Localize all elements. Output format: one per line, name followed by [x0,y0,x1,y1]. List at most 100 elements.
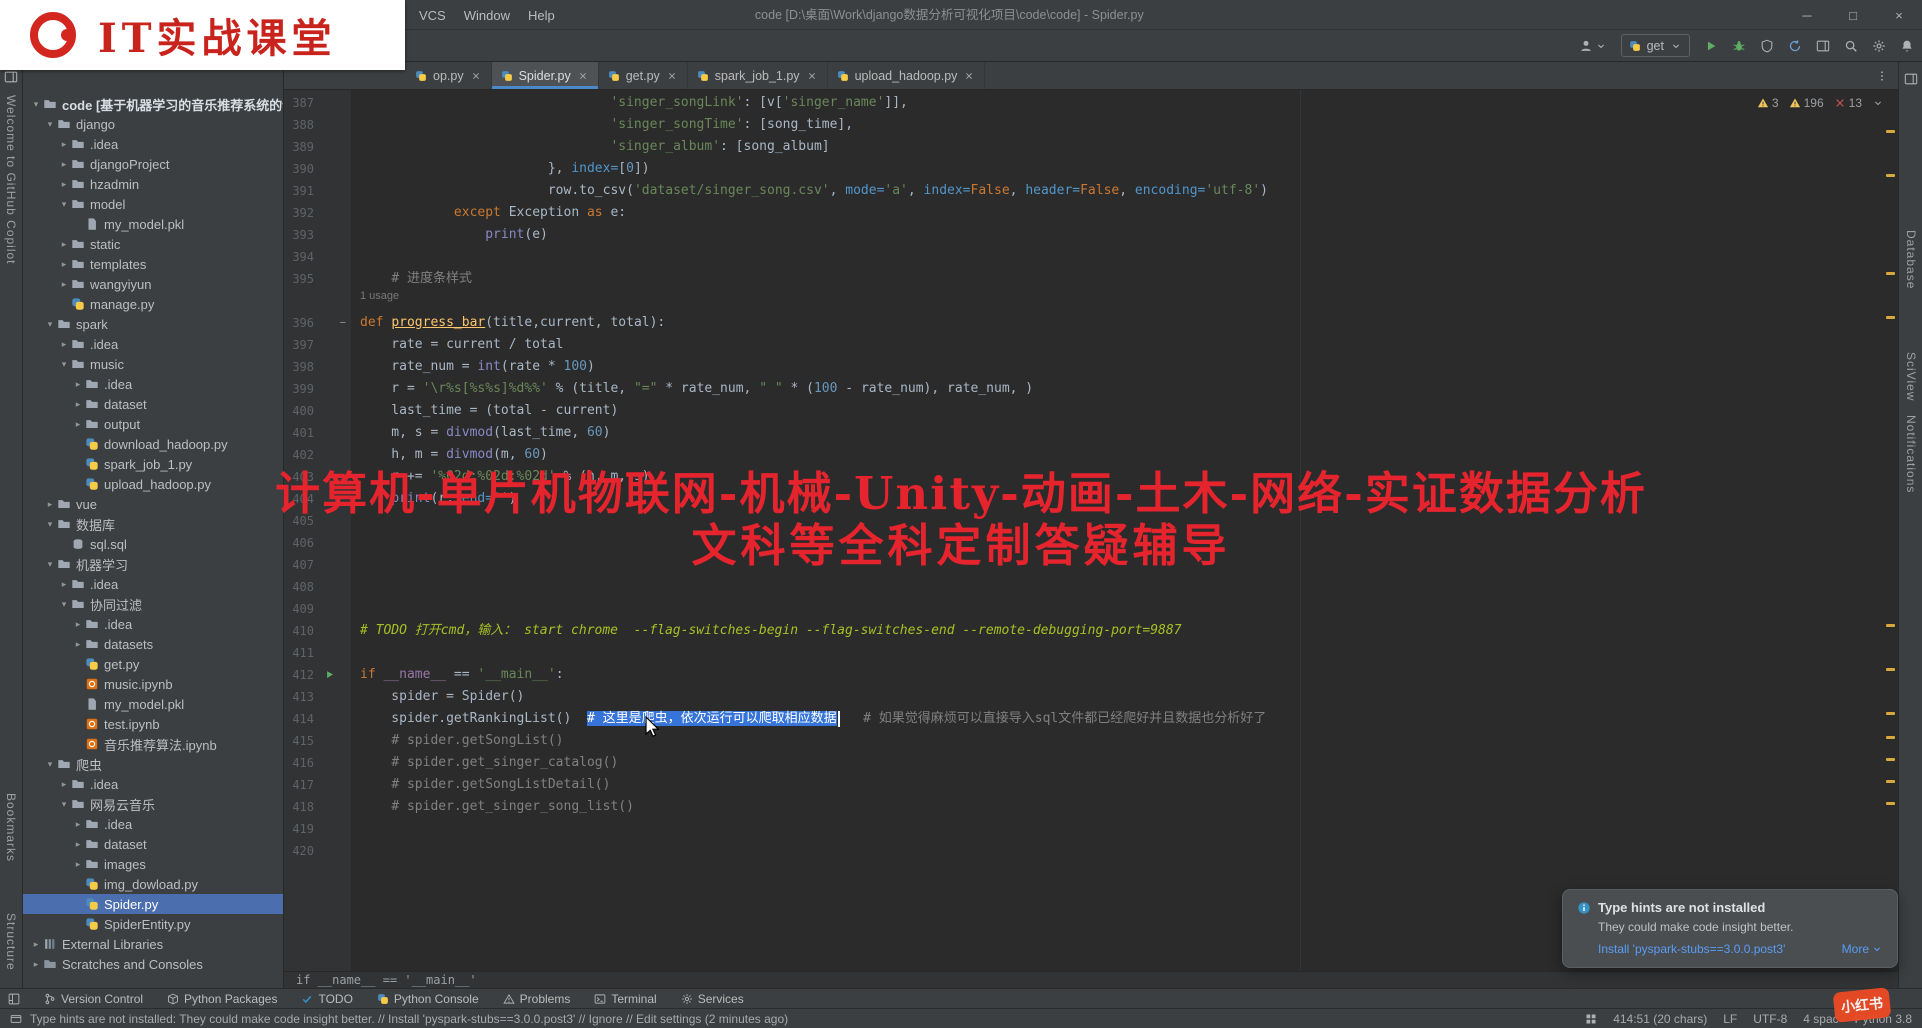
warning-stripe-mark[interactable] [1886,758,1895,761]
tool-window-button-terminal[interactable]: Terminal [594,992,657,1006]
code-line-398[interactable]: 398 rate_num = int(rate * 100) [284,356,1898,378]
usages-hint[interactable]: 1 usage [351,290,399,312]
tree-item-code[interactable]: ▾ code [基于机器学习的音乐推荐系统的设 [23,94,283,114]
tab-get-py[interactable]: get.py [599,62,688,89]
tab-upload-hadoop-py[interactable]: upload_hadoop.py [828,62,986,89]
gutter-cell[interactable] [314,378,351,400]
inspections-widget[interactable]: 3 196 13 [1757,96,1884,110]
tool-window-button-python-console[interactable]: Python Console [377,992,479,1006]
code-line-412[interactable]: 412 if __name__ == '__main__': [284,664,1898,686]
warning-indicator[interactable]: 3 [1757,96,1779,110]
tree-item-images[interactable]: ▸ images [23,854,283,874]
project-tree-panel[interactable]: ▾ code [基于机器学习的音乐推荐系统的设 ▾ django ▸ .idea ▸ djan… [23,62,283,988]
tool-window-button-python-packages[interactable]: Python Packages [167,992,277,1006]
code-line-391[interactable]: 391 row.to_csv('dataset/singer_song.csv'… [284,180,1898,202]
gutter-cell[interactable] [314,268,351,290]
code-line-403[interactable]: 403 r += '%02d:%02d:%02d' % (h, m, s) [284,466,1898,488]
code-line-415[interactable]: 415 # spider.getSongList() [284,730,1898,752]
update-button[interactable] [1788,39,1802,53]
bell-button[interactable] [1900,39,1914,53]
settings-button[interactable] [1872,39,1886,53]
gutter-cell[interactable] [314,642,351,664]
code-line-395[interactable]: 395 # 进度条样式 [284,268,1898,290]
gutter-cell[interactable] [314,796,351,818]
code-line-420[interactable]: 420 [284,840,1898,862]
warning-indicator[interactable]: 196 [1789,96,1824,110]
code-line-413[interactable]: 413 spider = Spider() [284,686,1898,708]
tree-item-external-libraries[interactable]: ▸ External Libraries [23,934,283,954]
gutter-cell[interactable] [314,400,351,422]
warning-stripe-mark[interactable] [1886,780,1895,783]
warning-stripe-mark[interactable] [1886,624,1895,627]
gutter-cell[interactable] [314,92,351,114]
gutter-cell[interactable] [314,774,351,796]
tree-item-datasets[interactable]: ▸ datasets [23,634,283,654]
gutter-cell[interactable] [314,158,351,180]
code-line-410[interactable]: 410 # TODO 打开cmd，输入： start chrome --flag-… [284,620,1898,642]
debug-button[interactable] [1732,39,1746,53]
code-line-387[interactable]: 387 'singer_songLink': [v['singer_name']… [284,92,1898,114]
tree-item-spiderentity-py[interactable]: SpiderEntity.py [23,914,283,934]
gutter-cell[interactable] [314,114,351,136]
tool-window-button-services[interactable]: Services [681,992,744,1006]
gutter-cell[interactable] [314,576,351,598]
user-account-dropdown[interactable] [1579,39,1607,53]
breadcrumb[interactable]: if __name__ == '__main__' [284,971,1898,988]
gutter-cell[interactable] [314,532,351,554]
gutter-cell[interactable] [314,818,351,840]
error-stripe[interactable] [1882,90,1898,971]
tree-item-item[interactable]: ▾ 爬虫 [23,754,283,774]
gutter-cell[interactable] [314,664,351,686]
code-line-397[interactable]: 397 rate = current / total [284,334,1898,356]
tree-item-my-model-pkl[interactable]: my_model.pkl [23,694,283,714]
code-line-394[interactable]: 394 [284,246,1898,268]
tool-button-notifications[interactable]: Notifications [1904,415,1918,493]
tree-item-wangyiyun[interactable]: ▸ wangyiyun [23,274,283,294]
tree-item-output[interactable]: ▸ output [23,414,283,434]
code-line-402[interactable]: 402 h, m = divmod(m, 60) [284,444,1898,466]
code-line-396[interactable]: 396− def progress_bar(title,current, tota… [284,312,1898,334]
status-message[interactable]: Type hints are not installed: They could… [30,1012,788,1026]
install-stubs-link[interactable]: Install 'pyspark-stubs==3.0.0.post3' [1598,942,1785,956]
editor-layout-icon[interactable] [1904,72,1918,91]
tree-item-dataset[interactable]: ▸ dataset [23,834,283,854]
tool-button-database[interactable]: Database [1904,230,1918,289]
tool-window-button-version-control[interactable]: Version Control [44,992,143,1006]
caret-position[interactable]: 414:51 (20 chars) [1613,1012,1707,1026]
run-gutter-icon[interactable] [324,669,335,680]
project-tool-icon[interactable] [4,70,18,89]
gutter-cell[interactable] [314,488,351,510]
menu-help[interactable]: Help [519,5,564,26]
window-maximize-button[interactable]: □ [1830,0,1876,30]
run-button[interactable] [1704,39,1718,53]
code-line-392[interactable]: 392 except Exception as e: [284,202,1898,224]
tree-item-djangoproject[interactable]: ▸ djangoProject [23,154,283,174]
warning-stripe-mark[interactable] [1886,802,1895,805]
tree-item-item[interactable]: ▾ 数据库 [23,514,283,534]
tab-spark-job-1-py[interactable]: spark_job_1.py [688,62,828,89]
tabs-menu[interactable] [1866,62,1898,89]
tree-item-templates[interactable]: ▸ templates [23,254,283,274]
window-close-button[interactable]: × [1876,0,1922,30]
tree-item-idea[interactable]: ▸ .idea [23,814,283,834]
warning-stripe-mark[interactable] [1886,736,1895,739]
code-line-401[interactable]: 401 m, s = divmod(last_time, 60) [284,422,1898,444]
tool-button-bookmarks[interactable]: Bookmarks [4,793,18,862]
code-line-390[interactable]: 390 }, index=[0]) [284,158,1898,180]
code-line-417[interactable]: 417 # spider.getSongListDetail() [284,774,1898,796]
window-minimize-button[interactable]: ─ [1784,0,1830,30]
code-line-405[interactable]: 405 [284,510,1898,532]
layout-button[interactable] [1816,39,1830,53]
warning-stripe-mark[interactable] [1886,130,1895,133]
tree-item-item[interactable]: ▾ 协同过滤 [23,594,283,614]
tree-item-download-hadoop-py[interactable]: download_hadoop.py [23,434,283,454]
code-line-393[interactable]: 393 print(e) [284,224,1898,246]
gutter-cell[interactable] [314,224,351,246]
tree-item-my-model-pkl[interactable]: my_model.pkl [23,214,283,234]
gutter-cell[interactable] [314,202,351,224]
status-widget-icon[interactable] [1585,1013,1597,1025]
typo-indicator[interactable]: 13 [1834,96,1862,110]
tree-item-upload-hadoop-py[interactable]: upload_hadoop.py [23,474,283,494]
gutter-cell[interactable] [314,246,351,268]
status-terminal-icon[interactable] [10,1013,22,1025]
